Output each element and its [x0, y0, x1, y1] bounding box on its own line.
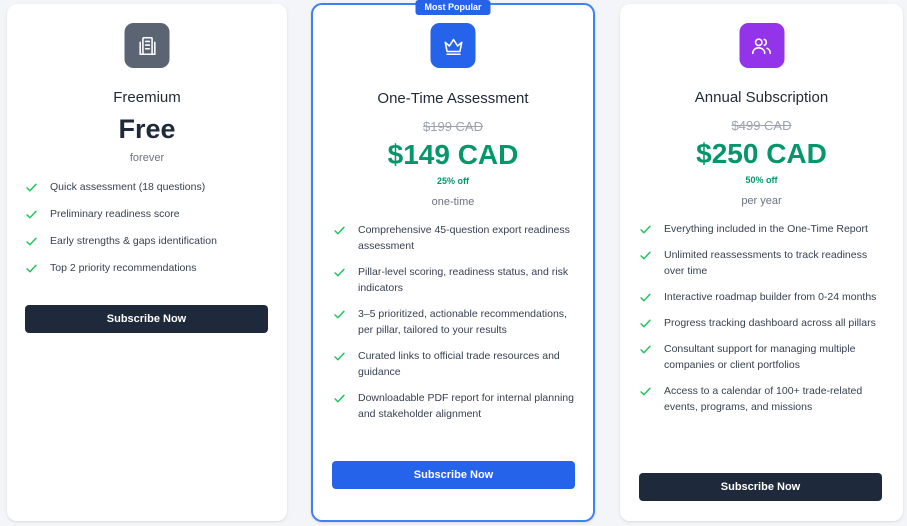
check-icon [26, 264, 37, 273]
most-popular-badge: Most Popular [415, 0, 491, 15]
feature-item: Interactive roadmap builder from 0-24 mo… [639, 289, 889, 305]
feature-text: Comprehensive 45-question export readine… [358, 224, 570, 252]
users-icon [739, 23, 784, 68]
feature-text: Progress tracking dashboard across all p… [664, 317, 876, 329]
plan-period: per year [741, 195, 782, 207]
check-icon [640, 345, 651, 354]
feature-text: Unlimited reassessments to track readine… [664, 249, 868, 277]
crown-icon [430, 23, 476, 68]
feature-item: Progress tracking dashboard across all p… [639, 315, 889, 331]
plan-price: $149 CAD [387, 139, 519, 170]
feature-item: Comprehensive 45-question export readine… [333, 222, 579, 254]
feature-item: Downloadable PDF report for internal pla… [333, 390, 579, 422]
subscribe-annual-button[interactable]: Subscribe Now [639, 473, 882, 501]
original-price: $499 CAD [731, 118, 792, 133]
plan-name: Freemium [113, 89, 181, 106]
check-icon [640, 251, 651, 260]
subscribe-freemium-button[interactable]: Subscribe Now [25, 305, 268, 333]
feature-text: Consultant support for managing multiple… [664, 343, 856, 371]
plan-card-freemium: Freemium Free forever Quick assessment (… [7, 4, 287, 521]
building-document-icon [124, 23, 170, 68]
subscribe-one-time-button[interactable]: Subscribe Now [332, 461, 575, 489]
check-icon [640, 293, 651, 302]
feature-item: Early strengths & gaps identification [25, 233, 273, 249]
feature-item: Access to a calendar of 100+ trade-relat… [639, 383, 889, 415]
check-icon [334, 310, 345, 319]
check-icon [334, 352, 345, 361]
feature-text: 3–5 prioritized, actionable recommendati… [358, 308, 567, 336]
feature-item: Consultant support for managing multiple… [639, 341, 889, 373]
feature-item: Top 2 priority recommendations [25, 260, 273, 276]
feature-item: Preliminary readiness score [25, 206, 273, 222]
check-icon [26, 210, 37, 219]
discount-label: 25% off [436, 176, 469, 186]
feature-text: Quick assessment (18 questions) [50, 181, 206, 193]
plan-price: Free [118, 114, 176, 144]
feature-list: Everything included in the One-Time Repo… [639, 221, 889, 425]
check-icon [26, 237, 37, 246]
feature-text: Interactive roadmap builder from 0-24 mo… [664, 291, 877, 303]
feature-text: Curated links to official trade resource… [358, 350, 560, 378]
feature-text: Access to a calendar of 100+ trade-relat… [664, 385, 863, 413]
feature-text: Downloadable PDF report for internal pla… [358, 392, 574, 420]
check-icon [640, 225, 651, 234]
plan-card-one-time: Most Popular One-Time Assessment $199 CA… [311, 0, 595, 522]
check-icon [640, 319, 651, 328]
feature-item: Quick assessment (18 questions) [25, 179, 273, 195]
check-icon [334, 226, 345, 235]
feature-item: 3–5 prioritized, actionable recommendati… [333, 306, 579, 338]
original-price: $199 CAD [423, 119, 483, 134]
feature-text: Everything included in the One-Time Repo… [664, 223, 868, 235]
feature-text: Early strengths & gaps identification [50, 235, 217, 247]
feature-item: Pillar-level scoring, readiness status, … [333, 264, 579, 296]
plan-name: One-Time Assessment [377, 90, 529, 107]
plan-period: one-time [431, 196, 475, 208]
feature-list: Quick assessment (18 questions) Prelimin… [25, 179, 273, 287]
feature-text: Top 2 priority recommendations [50, 262, 197, 274]
check-icon [640, 387, 651, 396]
plan-card-annual: Annual Subscription $499 CAD $250 CAD 50… [620, 4, 903, 521]
check-icon [334, 268, 345, 277]
plan-period: forever [129, 152, 165, 164]
feature-list: Comprehensive 45-question export readine… [333, 222, 579, 432]
check-icon [334, 394, 345, 403]
feature-item: Curated links to official trade resource… [333, 348, 579, 380]
feature-item: Everything included in the One-Time Repo… [639, 221, 889, 237]
plan-price: $250 CAD [696, 138, 827, 169]
plan-name: Annual Subscription [694, 89, 829, 106]
check-icon [26, 183, 37, 192]
feature-item: Unlimited reassessments to track readine… [639, 247, 889, 279]
feature-text: Pillar-level scoring, readiness status, … [358, 266, 569, 294]
feature-text: Preliminary readiness score [50, 208, 180, 220]
discount-label: 50% off [745, 175, 778, 185]
